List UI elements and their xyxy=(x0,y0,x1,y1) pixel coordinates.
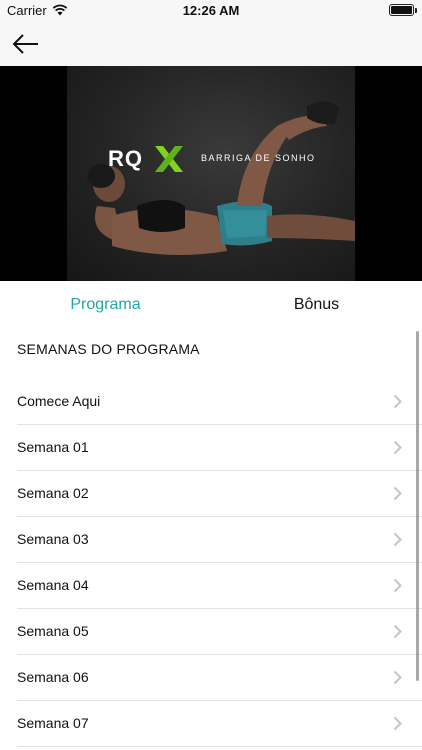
list-item-label: Semana 02 xyxy=(17,485,89,501)
list-item-semana-07[interactable]: Semana 07 xyxy=(0,701,422,747)
navigation-bar xyxy=(0,22,422,66)
hero-image: RQ BARRIGA DE SONHO xyxy=(67,66,355,281)
list-item-label: Semana 05 xyxy=(17,623,89,639)
status-time: 12:26 AM xyxy=(182,3,240,18)
hero-banner: RQ BARRIGA DE SONHO xyxy=(0,66,422,281)
chevron-right-icon xyxy=(393,394,402,409)
list-item-label: Semana 07 xyxy=(17,715,89,731)
section-title: SEMANAS DO PROGRAMA xyxy=(17,341,200,357)
chevron-right-icon xyxy=(393,486,402,501)
list-item-semana-01[interactable]: Semana 01 xyxy=(0,425,422,471)
list-item-comece-aqui[interactable]: Comece Aqui xyxy=(0,379,422,425)
tab-programa[interactable]: Programa xyxy=(0,281,211,329)
scrollbar[interactable] xyxy=(416,331,419,681)
divider xyxy=(17,746,422,747)
segment-tabs: Programa Bônus xyxy=(0,281,422,329)
battery-icon xyxy=(389,4,414,16)
status-bar: Carrier 12:26 AM xyxy=(0,0,422,22)
list-item-label: Semana 03 xyxy=(17,531,89,547)
list-item-semana-05[interactable]: Semana 05 xyxy=(0,609,422,655)
logo-tagline: BARRIGA DE SONHO xyxy=(201,153,316,163)
tab-bonus[interactable]: Bônus xyxy=(211,281,422,329)
logo-wordmark: RQ xyxy=(108,146,143,171)
list-item-semana-06[interactable]: Semana 06 xyxy=(0,655,422,701)
logo-x-mark xyxy=(155,146,183,172)
chevron-right-icon xyxy=(393,532,402,547)
list-item-label: Comece Aqui xyxy=(17,393,101,409)
chevron-right-icon xyxy=(393,670,402,685)
weeks-list: Comece Aqui Semana 01 Semana 02 Semana 0… xyxy=(0,379,422,747)
list-item-label: Semana 06 xyxy=(17,669,89,685)
list-item-semana-02[interactable]: Semana 02 xyxy=(0,471,422,517)
list-item-semana-03[interactable]: Semana 03 xyxy=(0,517,422,563)
chevron-right-icon xyxy=(393,578,402,593)
athlete-illustration xyxy=(87,101,355,255)
battery-tip xyxy=(415,8,417,13)
back-arrow-icon[interactable] xyxy=(10,29,42,59)
chevron-right-icon xyxy=(393,716,402,731)
list-item-label: Semana 04 xyxy=(17,577,89,593)
chevron-right-icon xyxy=(393,440,402,455)
list-item-label: Semana 01 xyxy=(17,439,89,455)
chevron-right-icon xyxy=(393,624,402,639)
list-item-semana-04[interactable]: Semana 04 xyxy=(0,563,422,609)
